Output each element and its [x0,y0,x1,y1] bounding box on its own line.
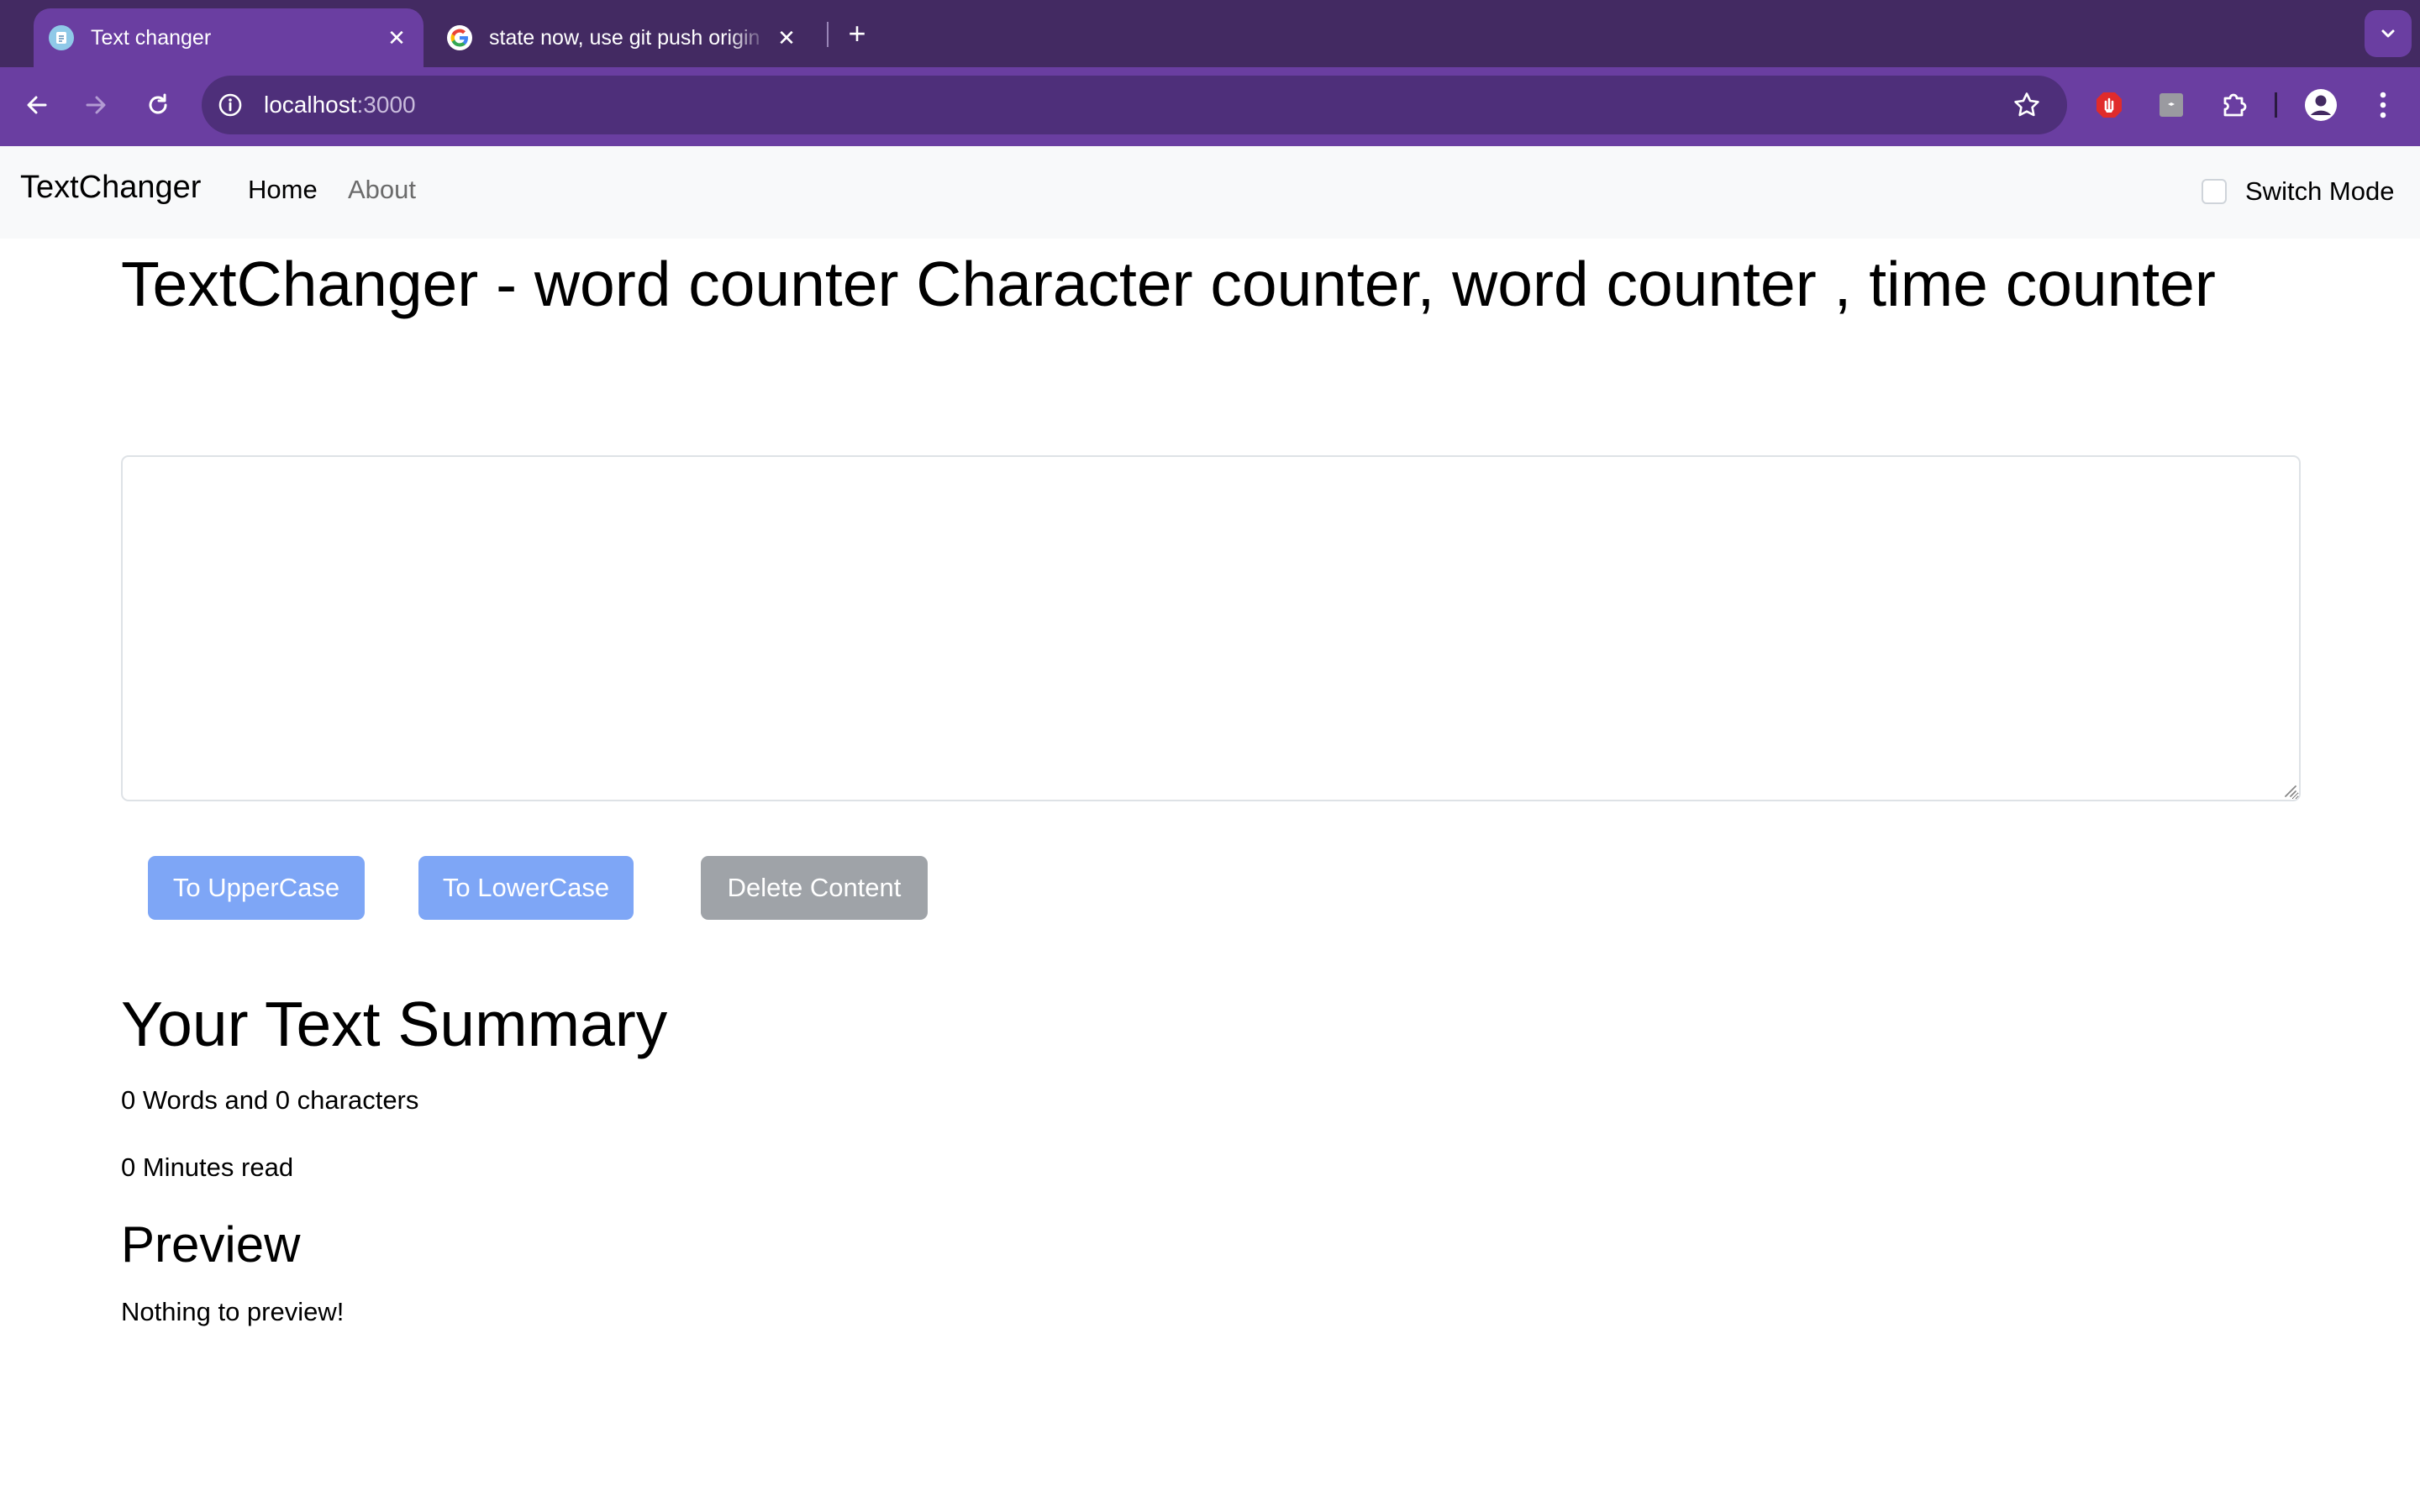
back-arrow-icon[interactable] [13,81,60,129]
extensions-puzzle-icon[interactable] [2212,83,2255,127]
minutes-read: 0 Minutes read [121,1152,294,1182]
new-tab-plus-icon[interactable]: + [840,16,874,50]
text-input-area[interactable] [121,455,2301,801]
forward-arrow-icon[interactable] [72,81,119,129]
switch-mode-toggle[interactable]: Switch Mode [2202,176,2394,207]
word-char-count: 0 Words and 0 characters [121,1085,419,1115]
nav-link-about[interactable]: About [348,175,416,205]
tab-text-changer[interactable]: Text changer ✕ [34,8,424,67]
url-text: localhost:3000 [264,92,416,118]
grammar-extension-icon[interactable] [2149,83,2193,127]
tab-divider [827,22,829,47]
document-favicon-icon [49,25,74,50]
resize-grip-icon[interactable] [2281,781,2297,798]
tab-close-icon[interactable]: ✕ [380,21,413,55]
tab-google-search[interactable]: state now, use git push origin ✕ [444,8,813,67]
app-navbar: TextChanger Home About Switch Mode [0,146,2420,239]
url-port: :3000 [356,92,416,118]
tab-title: Text changer [91,25,212,50]
switch-mode-label: Switch Mode [2245,176,2395,206]
page-viewport: TextChanger Home About Switch Mode TextC… [0,146,2420,1512]
to-uppercase-button[interactable]: To UpperCase [148,856,365,920]
reload-icon[interactable] [134,81,182,129]
page-title: TextChanger - word counter Character cou… [121,249,2216,319]
preview-text: Nothing to preview! [121,1297,345,1326]
browser-menu-kebab-icon[interactable] [2361,83,2405,127]
google-favicon-icon [447,25,472,50]
browser-tabstrip: Text changer ✕ state now, use git push o… [0,0,2420,67]
navbar-brand[interactable]: TextChanger [20,170,201,206]
delete-content-button[interactable]: Delete Content [701,856,928,920]
switch-mode-checkbox[interactable] [2202,179,2227,204]
tab-close-icon[interactable]: ✕ [770,21,803,55]
url-host: localhost [264,92,357,118]
profile-avatar-icon[interactable] [2299,83,2343,127]
site-info-icon[interactable] [212,87,249,123]
address-bar[interactable]: localhost:3000 [202,76,2067,134]
toolbar-divider [2275,92,2277,118]
tab-title: state now, use git push origin [489,25,760,50]
bookmark-star-icon[interactable] [2008,87,2045,123]
preview-heading: Preview [121,1216,301,1273]
adblock-extension-icon[interactable] [2087,83,2131,127]
to-lowercase-button[interactable]: To LowerCase [418,856,634,920]
summary-heading: Your Text Summary [121,989,668,1059]
tab-search-chevron-icon[interactable] [2365,10,2412,57]
nav-link-home[interactable]: Home [248,175,318,205]
browser-toolbar: localhost:3000 [0,67,2420,146]
